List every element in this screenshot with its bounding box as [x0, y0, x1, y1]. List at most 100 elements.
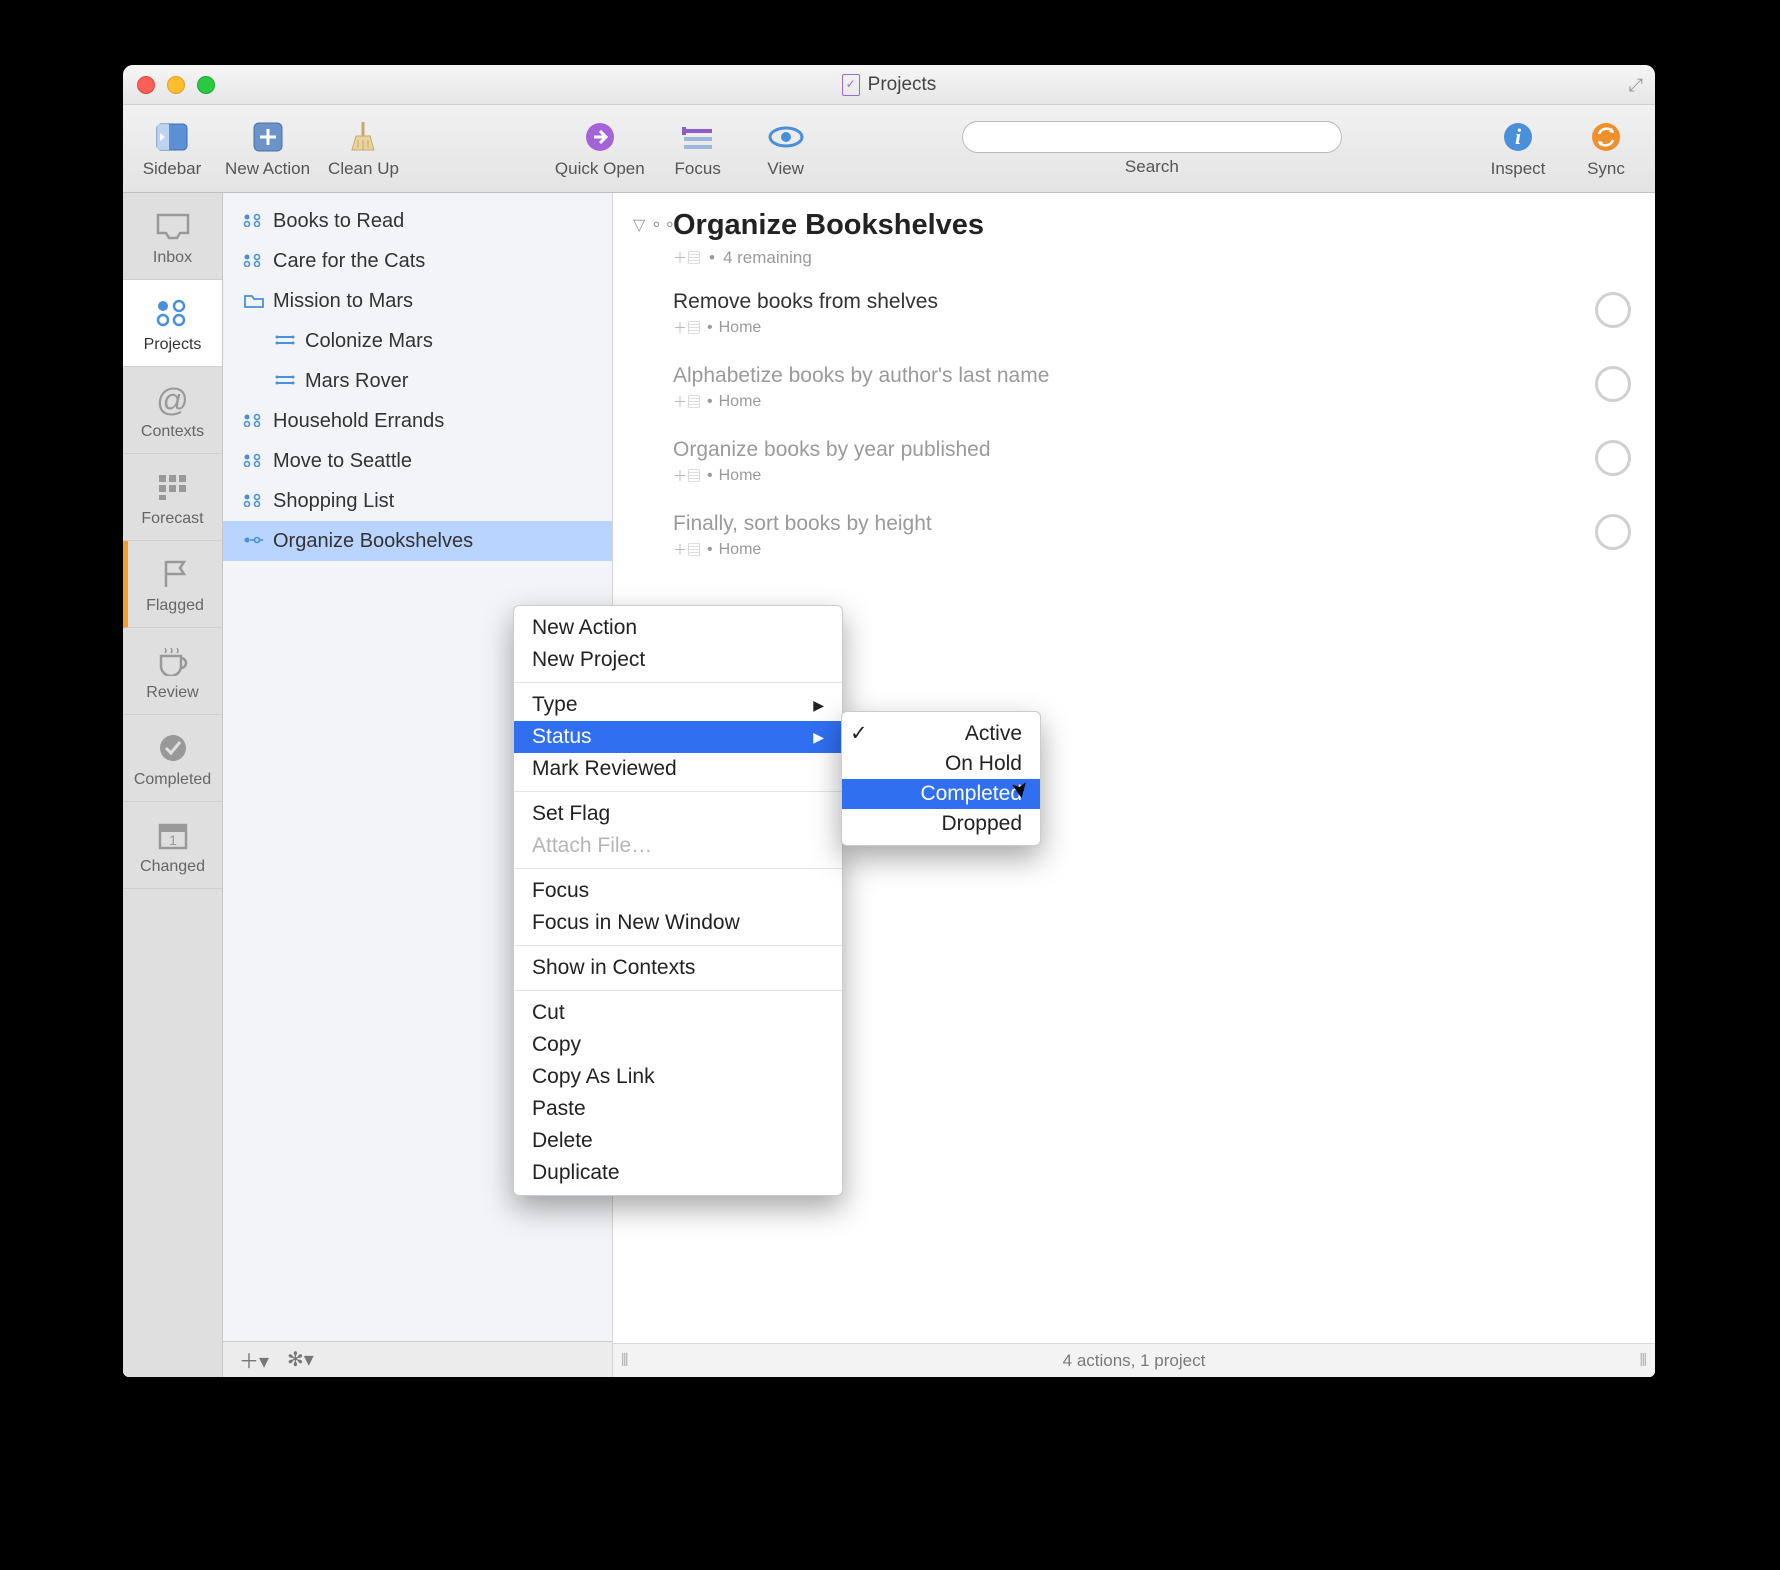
task-row[interactable]: Organize books by year published ＋▤•Home [613, 426, 1655, 500]
menu-item[interactable]: Set Flag [514, 798, 842, 830]
view-button[interactable]: View [751, 119, 821, 179]
status-grip-right[interactable]: ⦀ [1640, 1351, 1647, 1371]
menu-item[interactable]: Focus in New Window [514, 907, 842, 939]
sidebar-item[interactable]: Books to Read [223, 201, 612, 241]
sidebar-item-label: Mars Rover [305, 370, 408, 393]
quick-open-button[interactable]: Quick Open [555, 119, 645, 179]
submenu-item[interactable]: On Hold [842, 749, 1040, 779]
menu-item[interactable]: Mark Reviewed [514, 753, 842, 785]
sidebar-icon [154, 119, 190, 155]
status-grip-left[interactable]: ⦀ [621, 1351, 628, 1371]
task-row[interactable]: Alphabetize books by author's last name＋… [613, 352, 1655, 426]
sidebar-item-label: Household Errands [273, 410, 444, 433]
task-row[interactable]: Finally, sort books by height＋▤•Home [613, 500, 1655, 574]
menu-item[interactable]: Status▶ [514, 721, 842, 753]
traffic-lights [123, 76, 215, 94]
sidebar-item-label: Shopping List [273, 490, 394, 513]
fullscreen-icon[interactable]: ⤢ [1629, 75, 1643, 96]
clean-up-button[interactable]: Clean Up [328, 119, 399, 179]
menu-item[interactable]: Cut [514, 997, 842, 1029]
sidebar-item[interactable]: Care for the Cats [223, 241, 612, 281]
quick-open-icon [582, 119, 618, 155]
toolbar: Sidebar New Action Clean Up Quick Open [123, 105, 1655, 193]
add-menu-button[interactable]: ＋▾ [239, 1345, 269, 1374]
rail-changed[interactable]: 1 Changed [123, 802, 222, 889]
project-icon [275, 373, 295, 389]
sidebar-item-label: Colonize Mars [305, 330, 433, 353]
task-context: ＋▤•Home [673, 466, 1575, 486]
task-list: Remove books from shelves＋▤•HomeAlphabet… [613, 278, 1655, 574]
status-bar: ⦀ 4 actions, 1 project ⦀ [613, 1343, 1655, 1377]
sidebar-item[interactable]: Mars Rover [223, 361, 612, 401]
sync-icon [1588, 119, 1624, 155]
submenu-item[interactable]: ✓Active [842, 718, 1040, 749]
task-complete-checkbox[interactable] [1595, 514, 1631, 550]
sidebar-item[interactable]: Organize Bookshelves [223, 521, 612, 561]
minimize-window-button[interactable] [167, 76, 185, 94]
plus-icon [250, 119, 286, 155]
menu-item[interactable]: New Project [514, 644, 842, 676]
rail-flagged[interactable]: Flagged [123, 541, 222, 628]
gear-menu-button[interactable]: ✻▾ [287, 1347, 314, 1372]
project-title[interactable]: Organize Bookshelves [673, 209, 1631, 242]
menu-item[interactable]: Type▶ [514, 689, 842, 721]
sidebar-item[interactable]: Colonize Mars [223, 321, 612, 361]
menu-item[interactable]: Delete [514, 1125, 842, 1157]
sync-button[interactable]: Sync [1571, 119, 1641, 179]
zoom-window-button[interactable] [197, 76, 215, 94]
project-header: ▽ ⚬⚬ Organize Bookshelves ＋▤ • 4 remaini… [613, 193, 1655, 278]
focus-icon [680, 119, 716, 155]
menu-item[interactable]: Copy [514, 1029, 842, 1061]
grid-icon [153, 470, 193, 504]
add-note-icon[interactable]: ＋▤ [673, 248, 701, 268]
menu-item[interactable]: Copy As Link [514, 1061, 842, 1093]
rail-forecast[interactable]: Forecast [123, 454, 222, 541]
menu-item[interactable]: Focus [514, 875, 842, 907]
svg-text:i: i [1515, 124, 1522, 149]
rail-completed[interactable]: Completed [123, 715, 222, 802]
rail-review[interactable]: Review [123, 628, 222, 715]
menu-item[interactable]: Paste [514, 1093, 842, 1125]
folder-icon [243, 293, 263, 309]
search-group: Search [839, 121, 1465, 177]
rail-inbox[interactable]: Inbox [123, 193, 222, 280]
menu-item: Attach File… [514, 830, 842, 862]
task-title: Organize books by year published [673, 438, 1575, 462]
status-submenu[interactable]: ✓ActiveOn HoldCompletedDropped [841, 711, 1041, 846]
inspect-button[interactable]: i Inspect [1483, 119, 1553, 179]
info-icon: i [1500, 119, 1536, 155]
sidebar-item[interactable]: Shopping List [223, 481, 612, 521]
project-icon [243, 533, 263, 549]
task-complete-checkbox[interactable] [1595, 440, 1631, 476]
rail-projects[interactable]: Projects [123, 280, 222, 367]
sidebar-item[interactable]: Move to Seattle [223, 441, 612, 481]
flag-icon [155, 557, 195, 591]
search-input[interactable] [962, 121, 1342, 153]
focus-button[interactable]: Focus [663, 119, 733, 179]
outline-handle[interactable]: ▽ ⚬⚬ [633, 215, 677, 235]
status-text: 4 actions, 1 project [1063, 1351, 1206, 1371]
document-icon [842, 74, 860, 96]
coffee-icon [153, 644, 193, 678]
window-title-text: Projects [868, 74, 937, 96]
task-context: ＋▤•Home [673, 318, 1575, 338]
task-complete-checkbox[interactable] [1595, 292, 1631, 328]
project-icon [243, 213, 263, 229]
menu-item[interactable]: Show in Contexts [514, 952, 842, 984]
task-row[interactable]: Remove books from shelves＋▤•Home [613, 278, 1655, 352]
sidebar-item[interactable]: Household Errands [223, 401, 612, 441]
close-window-button[interactable] [137, 76, 155, 94]
context-menu[interactable]: New ActionNew Project Type▶Status▶Mark Re… [513, 605, 843, 1196]
rail-contexts[interactable]: @ Contexts [123, 367, 222, 454]
sidebar-item-label: Organize Bookshelves [273, 530, 473, 553]
submenu-item[interactable]: Dropped [842, 809, 1040, 839]
task-complete-checkbox[interactable] [1595, 366, 1631, 402]
new-action-button[interactable]: New Action [225, 119, 310, 179]
task-context: ＋▤•Home [673, 540, 1575, 560]
sidebar-toggle-button[interactable]: Sidebar [137, 119, 207, 179]
menu-item[interactable]: New Action [514, 612, 842, 644]
menu-item[interactable]: Duplicate [514, 1157, 842, 1189]
svg-text:1: 1 [169, 832, 177, 848]
sidebar-item-label: Move to Seattle [273, 450, 412, 473]
sidebar-item[interactable]: Mission to Mars [223, 281, 612, 321]
